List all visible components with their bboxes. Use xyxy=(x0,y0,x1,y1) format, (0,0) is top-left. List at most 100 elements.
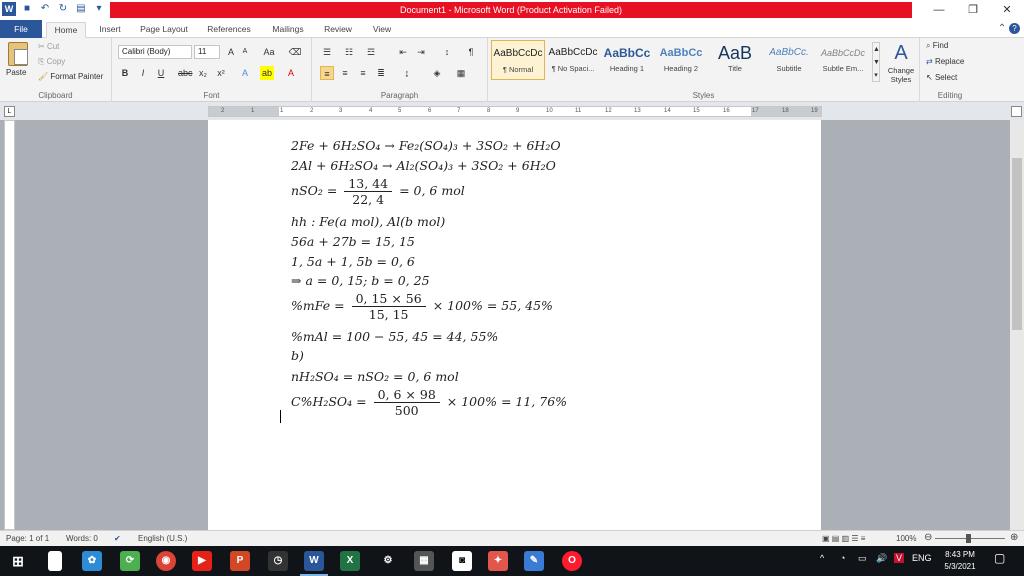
shading-icon[interactable]: ◈ xyxy=(430,66,444,80)
battery-icon[interactable]: ▭ xyxy=(858,553,867,564)
opera-icon[interactable]: O xyxy=(562,551,582,571)
system-clock[interactable]: 8:43 PM 5/3/2021 xyxy=(932,549,988,573)
italic-icon[interactable]: I xyxy=(136,66,150,80)
numbering-icon[interactable]: ☷ xyxy=(342,45,356,59)
page-count[interactable]: Page: 1 of 1 xyxy=(6,534,49,543)
horizontal-ruler[interactable]: 2 1 1 2 3 4 5 6 7 8 9 10 11 12 13 14 15 16 17 18 19 xyxy=(208,106,822,117)
save-icon[interactable]: ■ xyxy=(20,2,34,16)
copy-button[interactable]: ⎘ Copy xyxy=(38,57,65,67)
vertical-scrollbar[interactable] xyxy=(1010,120,1024,530)
word-count[interactable]: Words: 0 xyxy=(66,534,98,543)
powerpoint-icon[interactable]: P xyxy=(230,551,250,571)
file-icon[interactable] xyxy=(48,551,62,571)
notifications-icon[interactable]: ▢ xyxy=(994,551,1005,565)
tab-page-layout[interactable]: Page Layout xyxy=(136,22,192,38)
app-icon[interactable]: ✿ xyxy=(82,551,102,571)
windows-start-icon[interactable]: ⊞ xyxy=(8,551,28,571)
align-left-icon[interactable]: ≡ xyxy=(320,66,334,80)
tab-selector-icon[interactable]: L xyxy=(4,106,15,117)
view-ruler-icon[interactable] xyxy=(1011,106,1022,117)
format-painter-button[interactable]: 🖌 Format Painter xyxy=(38,72,103,81)
restore-icon[interactable]: ❐ xyxy=(956,0,990,20)
input-language[interactable]: ENG xyxy=(912,553,932,563)
subscript-icon[interactable]: x₂ xyxy=(196,66,210,80)
line-spacing-icon[interactable]: ↨ xyxy=(400,66,414,80)
wifi-icon[interactable]: ◔ xyxy=(840,553,845,563)
camera-icon[interactable]: ◙ xyxy=(452,551,472,571)
volume-icon[interactable]: 🔊 xyxy=(876,553,887,564)
highlight-icon[interactable]: ab xyxy=(260,66,274,80)
word-taskbar-icon[interactable]: W xyxy=(304,551,324,571)
style-normal[interactable]: AaBbCcDc ¶ Normal xyxy=(491,40,545,80)
multilevel-list-icon[interactable]: ☲ xyxy=(364,45,378,59)
show-marks-icon[interactable]: ¶ xyxy=(464,45,478,59)
style-subtitle[interactable]: AaBbCc. Subtitle xyxy=(762,40,816,80)
style-heading-1[interactable]: AaBbCc Heading 1 xyxy=(600,40,654,80)
justify-icon[interactable]: ≣ xyxy=(374,66,388,80)
change-styles-button[interactable]: A Change Styles xyxy=(886,40,916,84)
cut-button[interactable]: ✂ Cut xyxy=(38,42,59,51)
proofing-icon[interactable]: ✔ xyxy=(114,534,121,543)
minimize-ribbon-icon[interactable]: ⌃ xyxy=(998,23,1006,34)
settings-icon[interactable]: ⚙ xyxy=(378,551,398,571)
paste-icon[interactable] xyxy=(8,42,28,66)
align-right-icon[interactable]: ≡ xyxy=(356,66,370,80)
game-icon[interactable]: ✦ xyxy=(488,551,508,571)
help-icon[interactable]: ? xyxy=(1009,23,1020,34)
font-family-select[interactable]: Calibri (Body) xyxy=(118,45,192,59)
undo-icon[interactable]: ↶ xyxy=(38,2,52,16)
tool-icon[interactable]: ✎ xyxy=(524,551,544,571)
find-button[interactable]: ⌕ Find xyxy=(926,41,948,51)
paste-button[interactable]: Paste xyxy=(6,68,26,77)
style-subtle-emphasis[interactable]: AaBbCcDc Subtle Em... xyxy=(816,40,870,80)
select-button[interactable]: ↖ Select xyxy=(926,73,957,82)
tab-references[interactable]: References xyxy=(200,22,258,38)
zoom-in-icon[interactable]: ⊕ xyxy=(1010,532,1018,543)
styles-scroll[interactable]: ▲ ▼ ▾ xyxy=(872,42,880,82)
style-no-spacing[interactable]: AaBbCcDc ¶ No Spaci... xyxy=(546,40,600,80)
redo-icon[interactable]: ↻ xyxy=(56,2,70,16)
superscript-icon[interactable]: x² xyxy=(214,66,228,80)
green-app-icon[interactable]: ⟳ xyxy=(120,551,140,571)
font-color-icon[interactable]: A xyxy=(284,66,298,80)
borders-icon[interactable]: ▦ xyxy=(454,66,468,80)
style-title[interactable]: AaB Title xyxy=(708,40,762,80)
bold-icon[interactable]: B xyxy=(118,66,132,80)
chrome-icon[interactable]: ◉ xyxy=(156,551,176,571)
customize-qat-icon[interactable]: ▾ xyxy=(92,2,106,16)
zoom-level[interactable]: 100% xyxy=(896,534,916,543)
view-buttons[interactable]: ▣ ▤ ▥ ☰ ≡ xyxy=(822,534,865,543)
calculator-icon[interactable]: ▦ xyxy=(414,551,434,571)
tab-view[interactable]: View xyxy=(366,22,398,38)
style-heading-2[interactable]: AaBbCc Heading 2 xyxy=(654,40,708,80)
tab-review[interactable]: Review xyxy=(318,22,358,38)
zoom-out-icon[interactable]: ⊖ xyxy=(924,532,932,543)
tab-mailings[interactable]: Mailings xyxy=(266,22,310,38)
print-preview-icon[interactable]: ▤ xyxy=(74,2,88,16)
clear-formatting-icon[interactable]: ⌫ xyxy=(288,45,302,59)
zoom-slider-thumb[interactable] xyxy=(966,534,971,543)
sort-icon[interactable]: ↕ xyxy=(440,45,454,59)
youtube-icon[interactable]: ▶ xyxy=(192,551,212,571)
tab-insert[interactable]: Insert xyxy=(92,22,128,38)
tab-home[interactable]: Home xyxy=(46,22,86,38)
align-center-icon[interactable]: ≡ xyxy=(338,66,352,80)
decrease-indent-icon[interactable]: ⇤ xyxy=(396,45,410,59)
shrink-font-icon[interactable]: A xyxy=(238,45,252,59)
strikethrough-icon[interactable]: abc xyxy=(178,66,193,80)
clock-app-icon[interactable]: ◷ xyxy=(268,551,288,571)
underline-icon[interactable]: U xyxy=(154,66,168,80)
excel-icon[interactable]: X xyxy=(340,551,360,571)
language-indicator[interactable]: English (U.S.) xyxy=(138,534,187,543)
tray-chevron-icon[interactable]: ^ xyxy=(820,553,824,563)
antivirus-icon[interactable]: V xyxy=(894,553,905,563)
close-icon[interactable]: ✕ xyxy=(990,0,1024,20)
text-effects-icon[interactable]: A xyxy=(238,66,252,80)
change-case-icon[interactable]: Aa xyxy=(262,45,276,59)
scrollbar-thumb[interactable] xyxy=(1012,158,1022,330)
vertical-ruler[interactable] xyxy=(4,120,15,530)
bullets-icon[interactable]: ☰ xyxy=(320,45,334,59)
font-size-select[interactable]: 11 xyxy=(194,45,220,59)
document-page[interactable]: 2Fe + 6H₂SO₄ → Fe₂(SO₄)₃ + 3SO₂ + 6H₂O 2… xyxy=(208,120,821,530)
minimize-icon[interactable]: — xyxy=(922,0,956,20)
